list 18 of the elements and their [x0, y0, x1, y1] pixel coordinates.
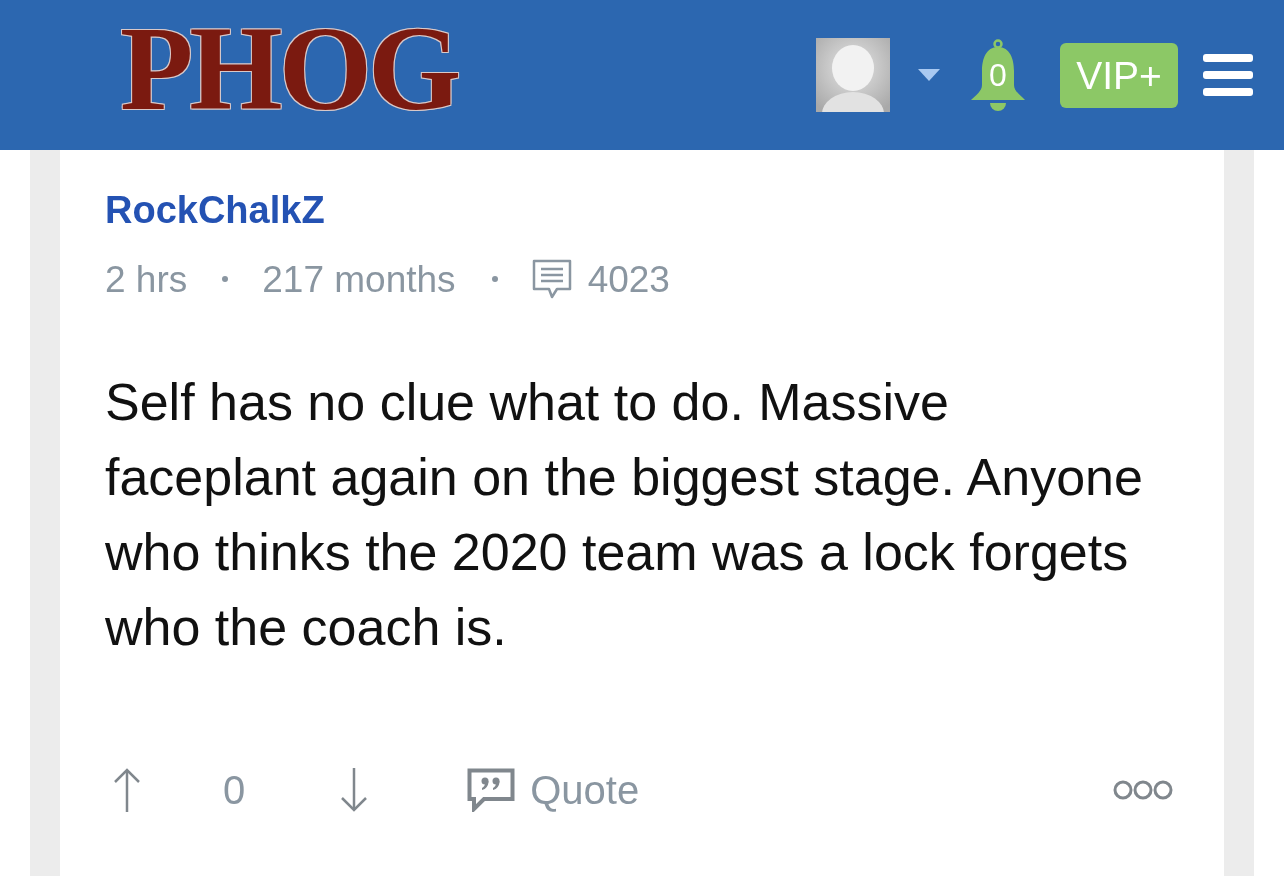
username-link[interactable]: RockChalkZ: [105, 191, 325, 229]
member-duration: 217 months: [262, 260, 456, 298]
avatar-silhouette-icon[interactable]: [816, 38, 890, 112]
vote-score: 0: [223, 770, 246, 810]
notification-bell-button[interactable]: 0: [968, 39, 1028, 111]
menu-icon[interactable]: [1203, 54, 1253, 96]
arrow-down-icon[interactable]: [340, 768, 369, 812]
quote-button[interactable]: Quote: [467, 768, 640, 812]
arrow-up-icon[interactable]: [113, 768, 141, 812]
caret-down-icon[interactable]: [918, 69, 940, 81]
vip-button[interactable]: VIP+: [1060, 42, 1178, 108]
site-logo[interactable]: PHOG: [120, 9, 458, 129]
quote-bubble-icon: [467, 768, 516, 812]
post-time: 2 hrs: [105, 260, 188, 298]
post-body: Self has no clue what to do. Massive faceplant again on the biggest stage. Anyone who thinks the 2020 team was a lock forgets who the coach is.: [105, 372, 1144, 658]
comment-bubble-icon: [530, 258, 573, 300]
post-count: 4023: [587, 260, 670, 298]
more-options-icon[interactable]: [1113, 780, 1173, 800]
